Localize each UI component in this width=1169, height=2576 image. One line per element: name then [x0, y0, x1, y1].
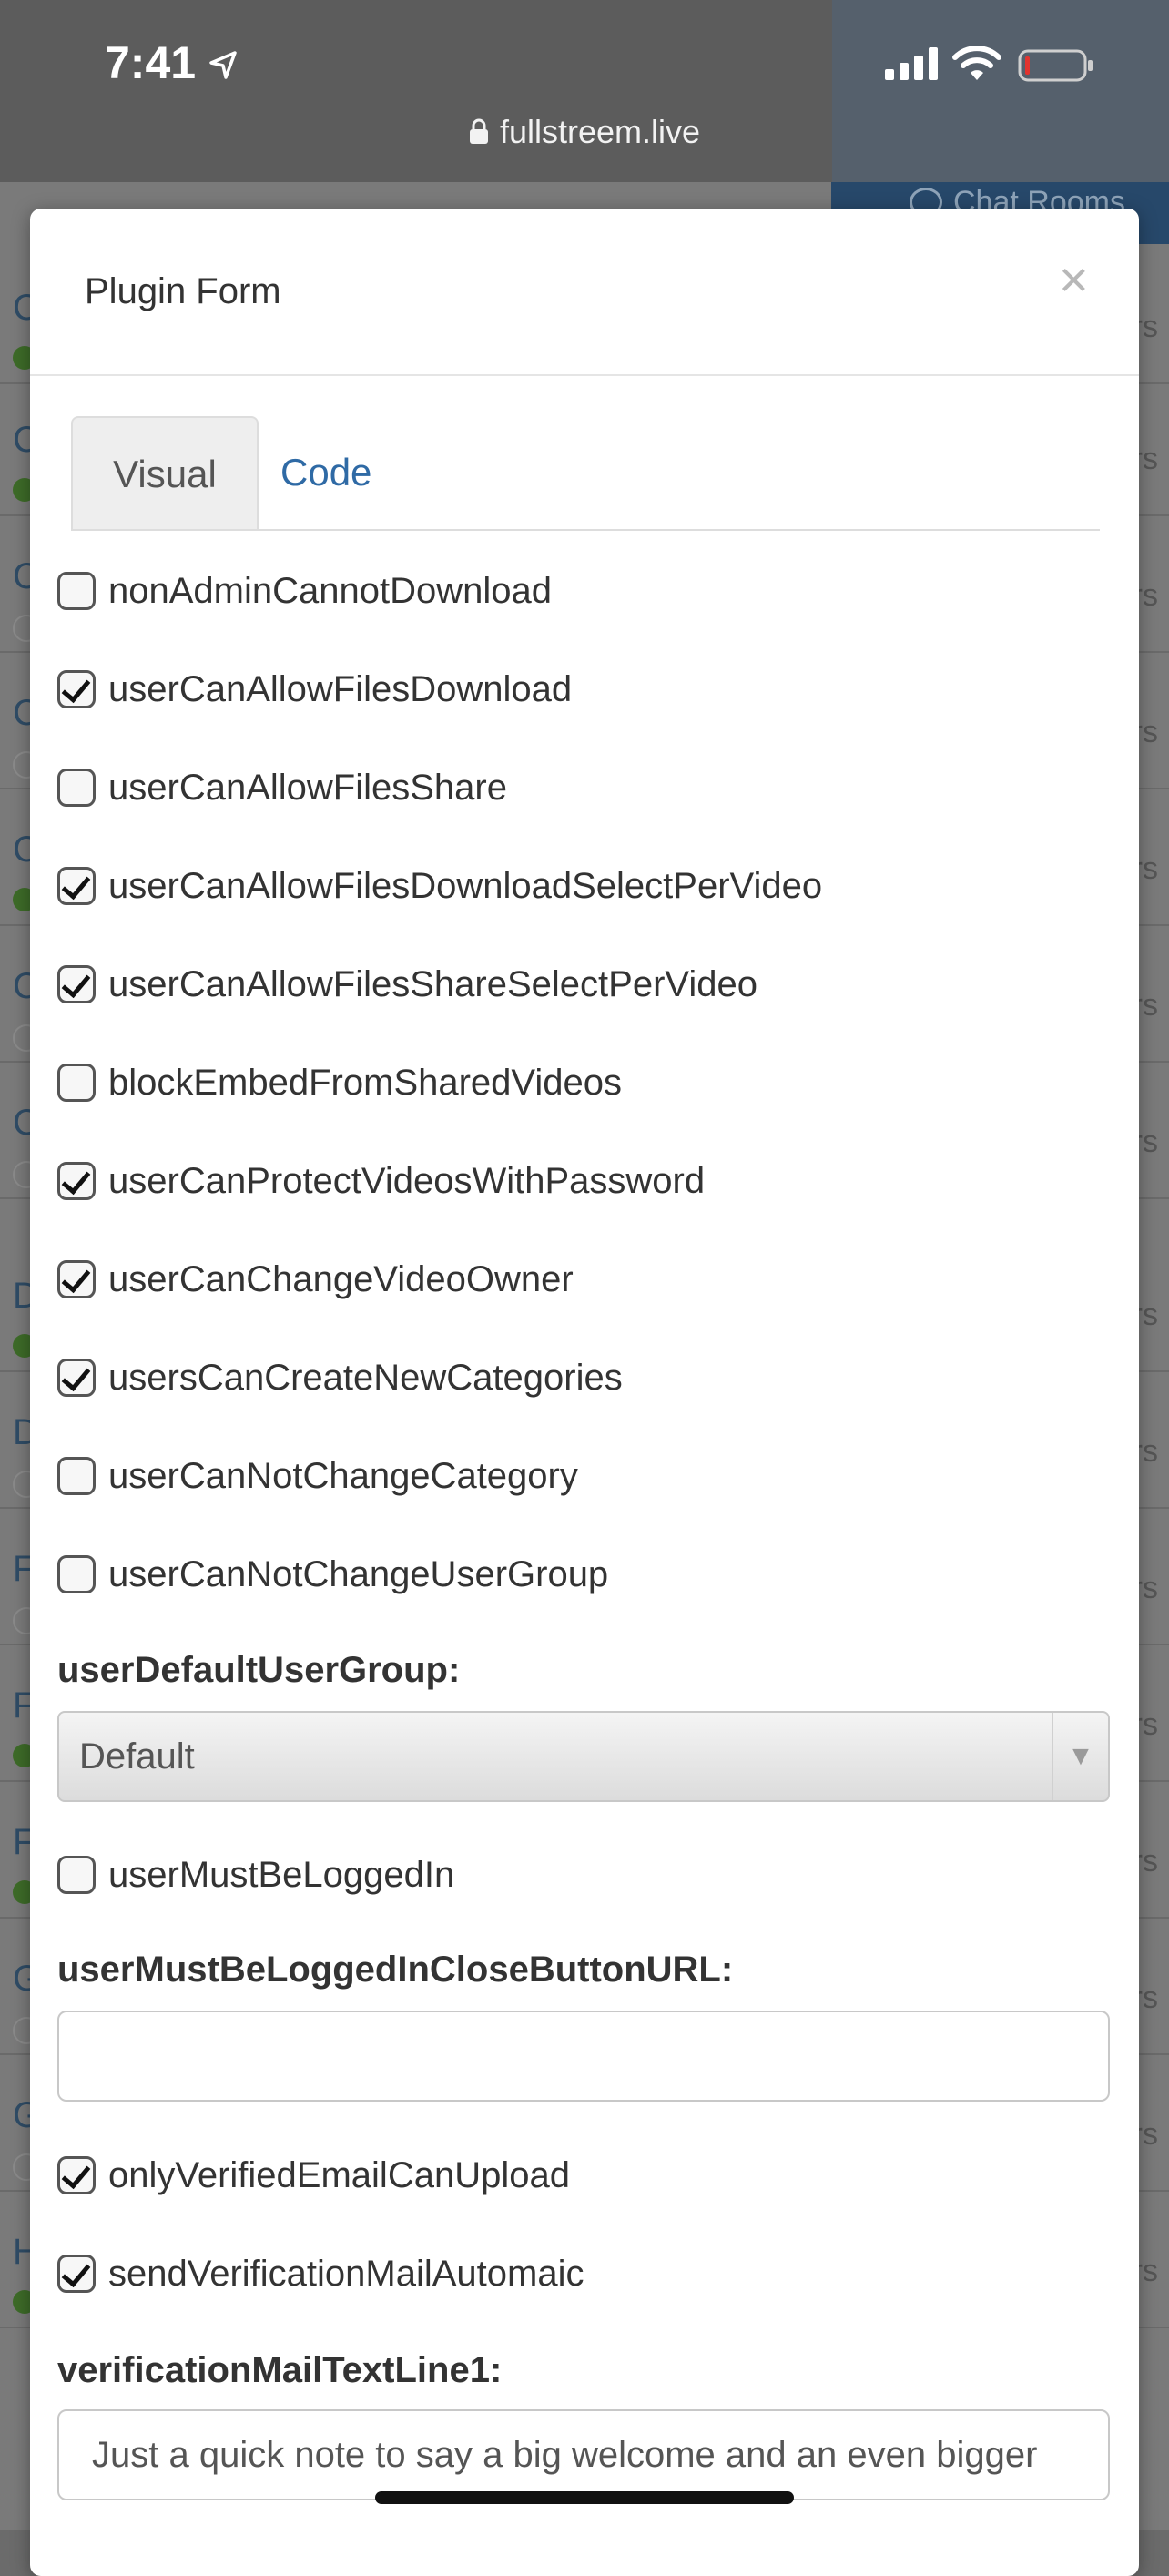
signal-icon	[885, 47, 938, 80]
lock-icon	[469, 118, 488, 144]
checkbox-label: userCanAllowFilesDownload	[108, 668, 573, 709]
checkbox-option[interactable]: userCanAllowFilesShare	[57, 760, 507, 815]
checkbox-label: userCanAllowFilesShare	[108, 767, 507, 808]
checkbox-option[interactable]: usersCanCreateNewCategories	[57, 1350, 623, 1405]
checkbox-checked[interactable]	[57, 2255, 96, 2293]
checkbox-option[interactable]: sendVerificationMailAutomaic	[57, 2246, 584, 2301]
checkbox-unchecked[interactable]	[57, 572, 96, 610]
checkbox-label: userCanNotChangeUserGroup	[108, 1553, 609, 1594]
checkbox-checked[interactable]	[57, 965, 96, 1003]
checkbox-label: userCanAllowFilesDownloadSelectPerVideo	[108, 865, 823, 906]
location-arrow-icon	[209, 51, 237, 79]
checkbox-option[interactable]: userCanProtectVideosWithPassword	[57, 1154, 705, 1208]
clock: 7:41	[105, 37, 197, 88]
checkbox-label: usersCanCreateNewCategories	[108, 1357, 623, 1398]
checkbox-label: nonAdminCannotDownload	[108, 570, 552, 611]
checkbox-option[interactable]: nonAdminCannotDownload	[57, 564, 552, 618]
checkbox-checked[interactable]	[57, 867, 96, 905]
checkbox-unchecked[interactable]	[57, 1064, 96, 1102]
select-value: Default	[79, 1736, 195, 1777]
address-bar[interactable]: fullstreem.live	[0, 113, 1169, 151]
close-button[interactable]: ×	[1059, 254, 1089, 305]
checkbox-unchecked[interactable]	[57, 769, 96, 807]
checkbox-must-be-logged-in[interactable]: userMustBeLoggedIn	[57, 1848, 454, 1902]
checkbox-label: userCanChangeVideoOwner	[108, 1258, 574, 1299]
checkbox-checked[interactable]	[57, 1260, 96, 1298]
checkbox-label: onlyVerifiedEmailCanUpload	[108, 2154, 570, 2195]
close-button-url-input[interactable]	[57, 2011, 1110, 2102]
checkbox-option[interactable]: userCanAllowFilesDownloadSelectPerVideo	[57, 859, 822, 913]
checkbox-label: sendVerificationMailAutomaic	[108, 2253, 584, 2294]
tab-code[interactable]: Code	[280, 416, 426, 529]
modal-header: Plugin Form ×	[30, 209, 1139, 376]
checkbox-checked[interactable]	[57, 670, 96, 708]
verification-line1-input[interactable]	[57, 2409, 1110, 2500]
checkbox-unchecked[interactable]	[57, 1555, 96, 1593]
checkbox-option[interactable]: onlyVerifiedEmailCanUpload	[57, 2148, 570, 2203]
tab-bar: Visual Code	[71, 416, 1100, 531]
checkbox-label: userMustBeLoggedIn	[108, 1854, 455, 1895]
checkbox-option[interactable]: userCanAllowFilesShareSelectPerVideo	[57, 957, 757, 1012]
checkbox-checked[interactable]	[57, 2156, 96, 2194]
checkbox-checked[interactable]	[57, 1359, 96, 1397]
checkbox-option[interactable]: userCanAllowFilesDownload	[57, 662, 572, 717]
checkbox-label: userCanNotChangeCategory	[108, 1455, 578, 1496]
close-button-url-label: userMustBeLoggedInCloseButtonURL:	[57, 1950, 734, 1990]
chevron-down-icon: ▼	[1052, 1713, 1108, 1800]
default-user-group-select[interactable]: Default ▼	[57, 1711, 1110, 1802]
checkbox-checked[interactable]	[57, 1162, 96, 1200]
verification-line1-label: verificationMailTextLine1:	[57, 2350, 503, 2390]
checkbox-box[interactable]	[57, 1856, 96, 1894]
status-bar: 7:41 fullstreem.live	[0, 0, 1169, 182]
checkbox-option[interactable]: userCanChangeVideoOwner	[57, 1252, 574, 1307]
checkbox-option[interactable]: userCanNotChangeUserGroup	[57, 1547, 608, 1602]
checkbox-label: userCanAllowFilesShareSelectPerVideo	[108, 963, 757, 1004]
checkbox-option[interactable]: blockEmbedFromSharedVideos	[57, 1055, 622, 1110]
modal-title: Plugin Form	[85, 271, 281, 311]
url-text: fullstreem.live	[499, 113, 701, 150]
default-user-group-label: userDefaultUserGroup:	[57, 1650, 461, 1690]
plugin-form-modal: Plugin Form × Visual Code nonAdminCannot…	[30, 209, 1139, 2576]
checkbox-label: blockEmbedFromSharedVideos	[108, 1062, 623, 1103]
checkbox-label: userCanProtectVideosWithPassword	[108, 1160, 706, 1201]
tab-visual[interactable]: Visual	[71, 416, 259, 529]
checkbox-unchecked[interactable]	[57, 1457, 96, 1495]
battery-icon	[1018, 49, 1093, 82]
wifi-icon	[952, 46, 1001, 80]
home-indicator	[375, 2491, 794, 2504]
checkbox-option[interactable]: userCanNotChangeCategory	[57, 1449, 578, 1503]
